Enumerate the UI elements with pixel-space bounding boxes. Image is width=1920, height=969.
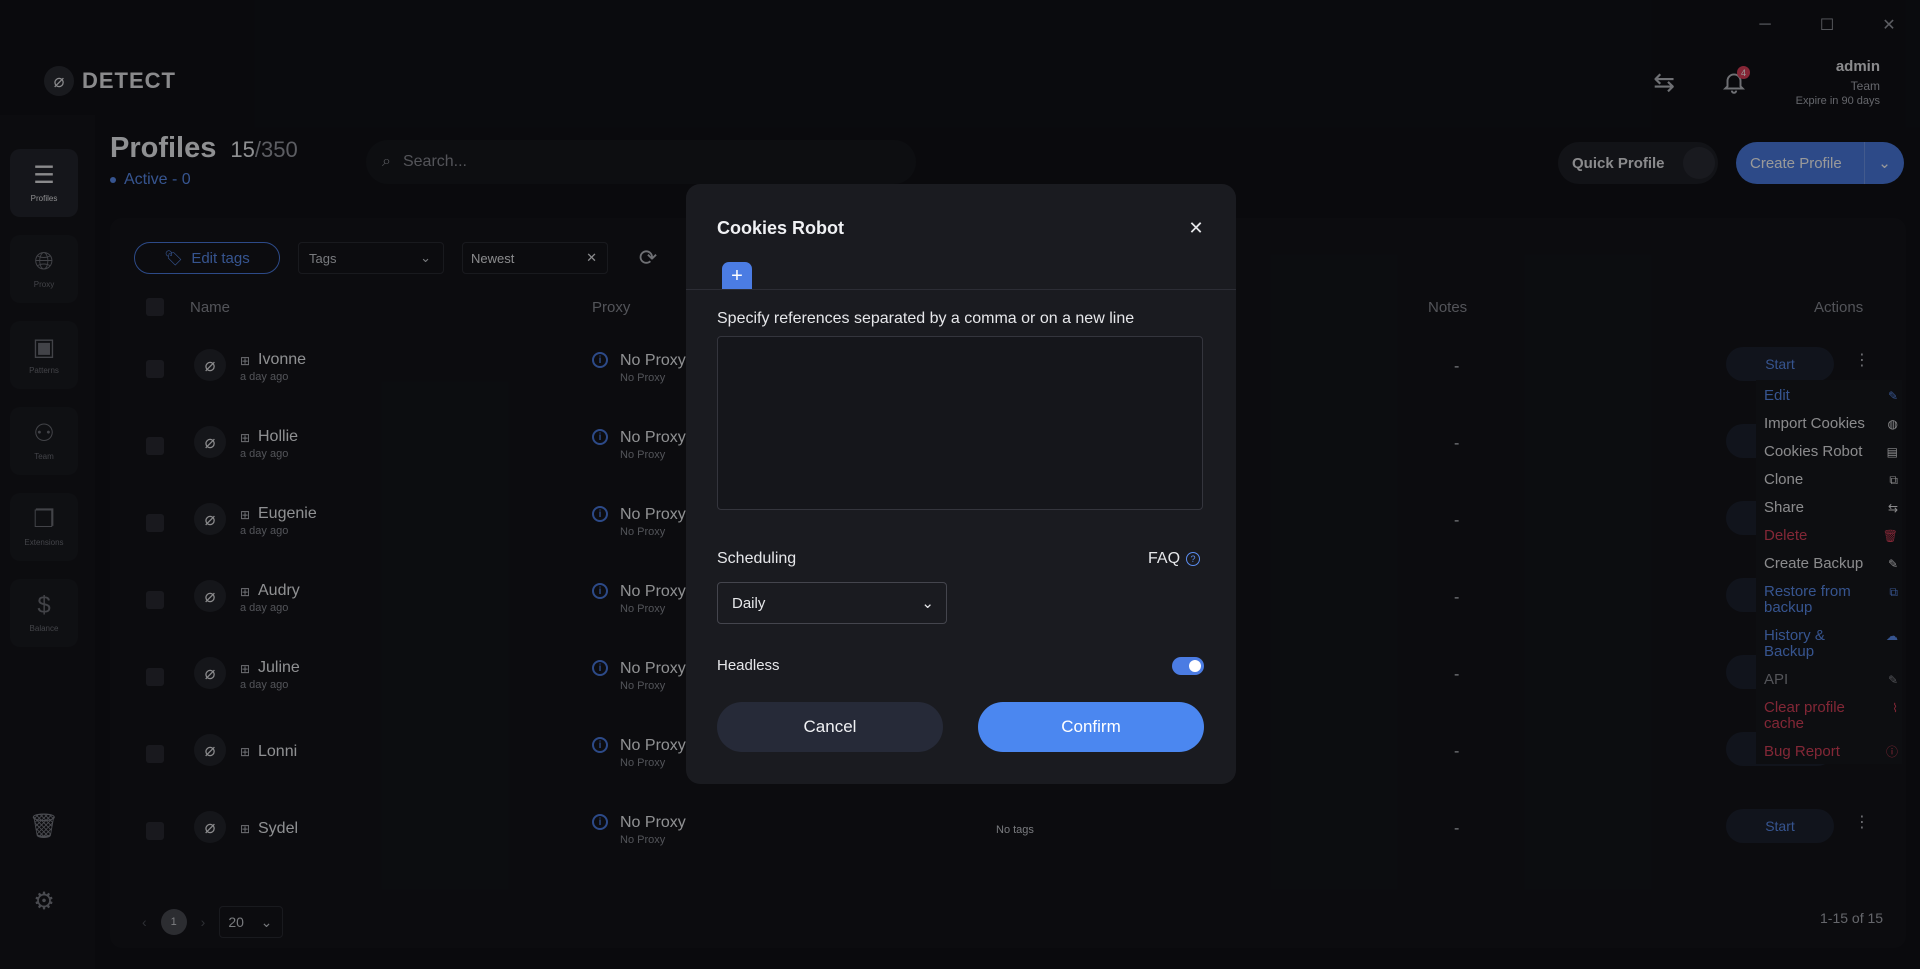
- add-tab-button[interactable]: +: [722, 262, 752, 290]
- references-textarea[interactable]: [717, 336, 1203, 510]
- tab-divider: [686, 289, 1236, 290]
- question-icon: ?: [1186, 552, 1201, 566]
- faq-label: FAQ: [1148, 550, 1181, 567]
- close-icon[interactable]: ✕: [1186, 218, 1206, 239]
- schedule-select[interactable]: Daily ⌄: [717, 582, 947, 624]
- headless-toggle[interactable]: [1172, 657, 1204, 675]
- headless-label: Headless: [717, 657, 780, 674]
- cancel-button[interactable]: Cancel: [717, 702, 943, 752]
- dialog-title: Cookies Robot: [717, 218, 845, 238]
- toggle-knob: [1189, 660, 1201, 672]
- references-label: Specify references separated by a comma …: [717, 310, 1135, 327]
- schedule-select-value: Daily: [732, 594, 766, 612]
- confirm-button[interactable]: Confirm: [978, 702, 1204, 752]
- cookies-robot-dialog: Cookies Robot ✕ + Specify references sep…: [686, 184, 1236, 784]
- scheduling-label: Scheduling: [717, 550, 797, 567]
- chevron-down-icon: ⌄: [921, 595, 934, 612]
- faq-link[interactable]: FAQ ?: [1148, 550, 1201, 568]
